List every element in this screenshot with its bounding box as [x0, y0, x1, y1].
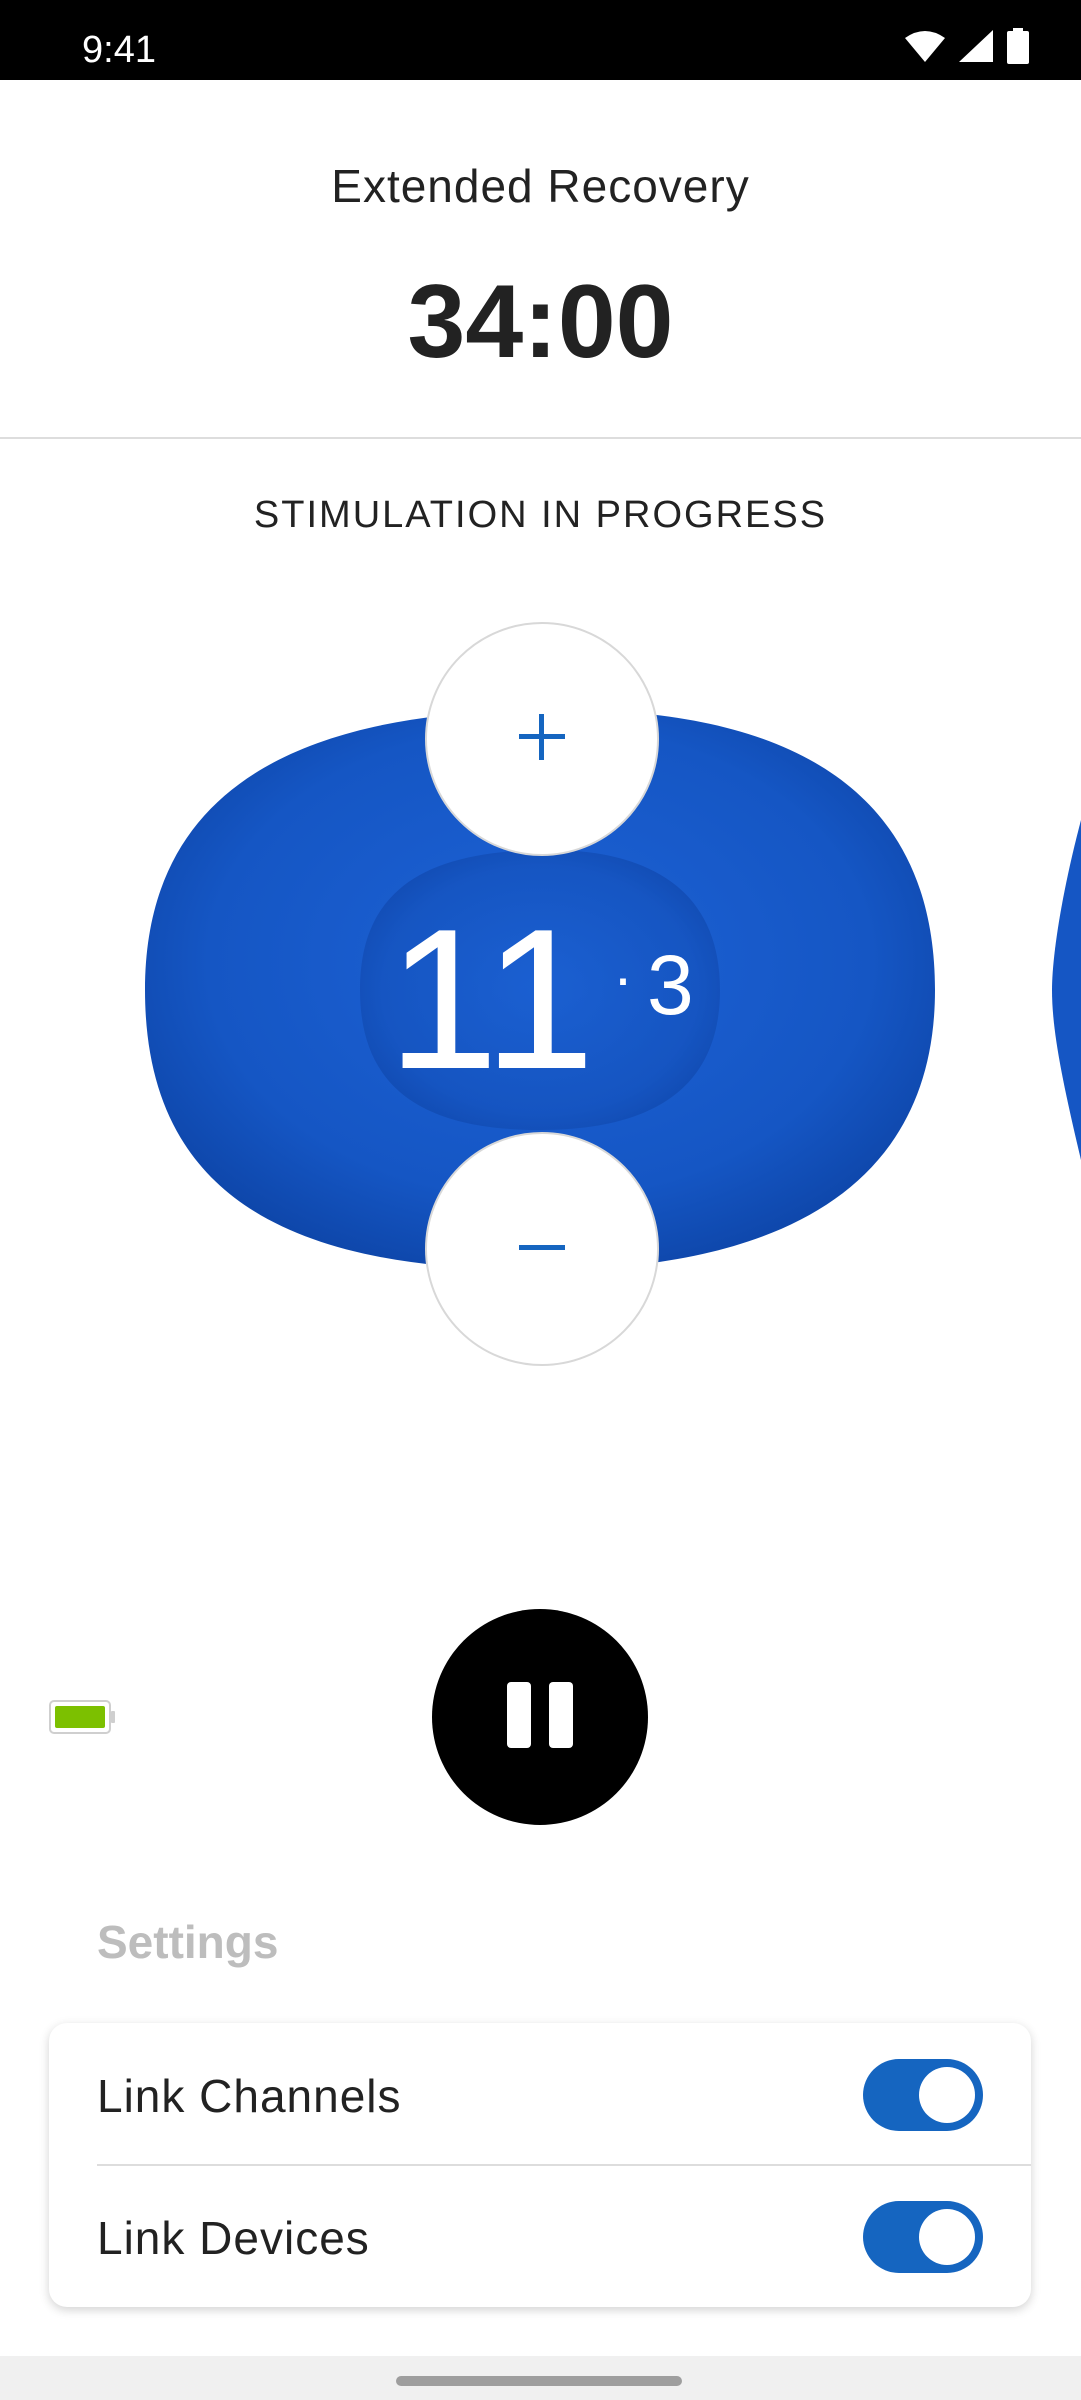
system-navigation-bar	[0, 2356, 1081, 2400]
wifi-icon	[905, 30, 945, 62]
pause-icon	[505, 1681, 575, 1753]
battery-icon	[1007, 28, 1029, 64]
device-battery-icon	[49, 1700, 117, 1739]
setting-label: Link Channels	[97, 2070, 402, 2122]
link-devices-toggle[interactable]	[863, 2201, 983, 2273]
settings-heading: Settings	[97, 1916, 279, 1968]
toggle-knob	[919, 2067, 975, 2123]
toggle-knob	[919, 2209, 975, 2265]
plus-icon	[517, 712, 567, 767]
decrease-intensity-button[interactable]	[425, 1132, 659, 1366]
settings-card: Link Channels Link Devices	[49, 2023, 1031, 2307]
session-timer: 34:00	[407, 264, 674, 380]
home-gesture-handle[interactable]	[396, 2376, 682, 2386]
setting-row-link-channels: Link Channels	[49, 2023, 1031, 2166]
intensity-display: 11 · 3	[0, 900, 1081, 1100]
setting-row-link-devices: Link Devices	[49, 2165, 1031, 2307]
header-divider	[0, 437, 1081, 439]
program-header: Extended Recovery 34:00	[0, 80, 1081, 438]
minus-icon	[517, 1240, 567, 1258]
intensity-decimal: 3	[646, 938, 694, 1032]
pause-button[interactable]	[432, 1609, 648, 1825]
status-icons	[905, 28, 1029, 64]
setting-label: Link Devices	[97, 2212, 370, 2264]
program-title: Extended Recovery	[331, 160, 750, 212]
intensity-value: 11	[387, 888, 595, 1111]
link-channels-toggle[interactable]	[863, 2059, 983, 2131]
cellular-signal-icon	[959, 30, 993, 62]
increase-intensity-button[interactable]	[425, 622, 659, 856]
status-bar: 9:41	[0, 0, 1081, 80]
status-time: 9:41	[82, 29, 156, 71]
intensity-separator: ·	[612, 944, 633, 1011]
stimulation-status: STIMULATION IN PROGRESS	[253, 494, 828, 536]
